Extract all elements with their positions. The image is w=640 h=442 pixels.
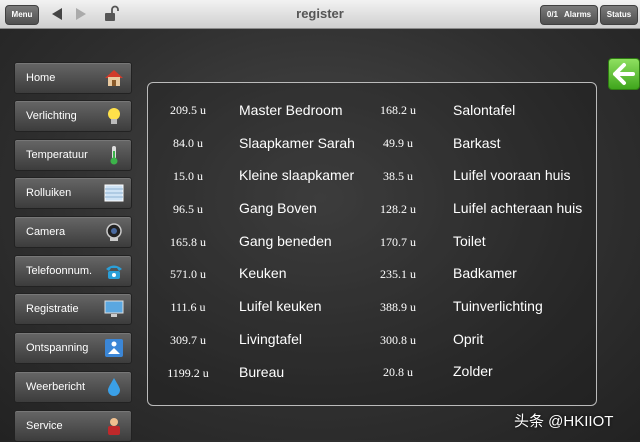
register-name: Keuken bbox=[239, 265, 287, 281]
register-value: 128.2 u bbox=[380, 202, 416, 216]
sidebar-item-label: Home bbox=[26, 72, 56, 84]
sidebar-item-verlichting[interactable]: Verlichting bbox=[14, 100, 132, 132]
register-value: 84.0 u bbox=[173, 136, 203, 150]
top-bar: Menu register 0/1 Alarms Status bbox=[0, 0, 640, 29]
register-value: 49.9 u bbox=[383, 136, 413, 150]
back-arrow-icon[interactable] bbox=[52, 8, 62, 20]
register-name: Master Bedroom bbox=[239, 102, 343, 118]
window-blind-icon bbox=[104, 184, 124, 202]
unlock-icon[interactable] bbox=[103, 5, 121, 23]
alarms-label: Alarms bbox=[564, 10, 592, 19]
watermark-text: 头条 @HKIIOT bbox=[514, 413, 614, 430]
monitor-icon bbox=[104, 300, 124, 317]
register-value: 300.8 u bbox=[380, 333, 416, 347]
phone-icon bbox=[106, 265, 122, 279]
alarms-count: 0/1 bbox=[546, 10, 558, 19]
register-value: 388.9 u bbox=[380, 300, 416, 314]
register-name: Luifel vooraan huis bbox=[453, 167, 571, 183]
sidebar-item-label: Temperatuur bbox=[26, 149, 88, 161]
register-value: 1199.2 u bbox=[167, 366, 209, 380]
register-name: Livingtafel bbox=[239, 331, 303, 347]
sidebar-item-rolluiken[interactable]: Rolluiken bbox=[14, 177, 132, 209]
register-name: Luifel achteraan huis bbox=[453, 200, 583, 216]
register-value: 111.6 u bbox=[170, 300, 206, 314]
register-value: 38.5 u bbox=[383, 169, 413, 183]
water-drop-icon bbox=[108, 378, 120, 396]
sidebar-item-label: Camera bbox=[26, 226, 66, 238]
arrow-left-icon bbox=[613, 63, 635, 85]
forward-arrow-icon[interactable] bbox=[76, 8, 86, 20]
register-name: Gang Boven bbox=[239, 200, 317, 216]
register-name: Kleine slaapkamer bbox=[239, 167, 355, 183]
alarms-button[interactable]: 0/1 Alarms bbox=[540, 5, 598, 25]
register-name: Oprit bbox=[453, 331, 484, 347]
service-icon bbox=[108, 418, 120, 435]
sidebar-item-ontspanning[interactable]: Ontspanning bbox=[14, 332, 132, 364]
register-name: Zolder bbox=[453, 363, 493, 379]
thermometer-icon bbox=[110, 146, 118, 165]
register-value: 165.8 u bbox=[170, 235, 206, 249]
sidebar-item-label: Weerbericht bbox=[26, 381, 86, 393]
sidebar-item-telefoonnum[interactable]: Telefoonnum. bbox=[14, 255, 132, 287]
house-icon bbox=[105, 70, 123, 86]
register-value: 209.5 u bbox=[170, 103, 206, 117]
back-button[interactable] bbox=[608, 58, 640, 90]
sidebar-item-camera[interactable]: Camera bbox=[14, 216, 132, 248]
status-button[interactable]: Status bbox=[600, 5, 638, 25]
relax-icon bbox=[105, 339, 123, 357]
sidebar-item-label: Verlichting bbox=[26, 110, 77, 122]
register-name: Toilet bbox=[453, 233, 486, 249]
register-name: Gang beneden bbox=[239, 233, 332, 249]
register-name: Luifel keuken bbox=[239, 298, 322, 314]
sidebar-item-label: Service bbox=[26, 420, 63, 432]
register-name: Tuinverlichting bbox=[453, 298, 543, 314]
sidebar-item-label: Telefoonnum. bbox=[26, 265, 93, 277]
register-value: 309.7 u bbox=[170, 333, 206, 347]
register-value: 168.2 u bbox=[380, 103, 416, 117]
register-value: 235.1 u bbox=[380, 267, 416, 281]
register-value: 170.7 u bbox=[380, 235, 416, 249]
register-panel: 209.5 u Master Bedroom 84.0 u Slaapkamer… bbox=[147, 82, 597, 406]
sidebar-item-weerbericht[interactable]: Weerbericht bbox=[14, 371, 132, 403]
page-title: register bbox=[296, 6, 344, 21]
camera-icon bbox=[106, 223, 122, 241]
register-value: 15.0 u bbox=[173, 169, 203, 183]
sidebar-item-label: Ontspanning bbox=[26, 342, 89, 354]
sidebar-item-label: Registratie bbox=[26, 303, 79, 315]
register-name: Slaapkamer Sarah bbox=[239, 135, 355, 151]
lightbulb-icon bbox=[108, 108, 120, 124]
sidebar-item-label: Rolluiken bbox=[26, 187, 72, 199]
sidebar-item-service[interactable]: Service bbox=[14, 410, 132, 442]
sidebar-item-home[interactable]: Home bbox=[14, 62, 132, 94]
menu-button[interactable]: Menu bbox=[5, 5, 39, 25]
register-name: Salontafel bbox=[453, 102, 516, 118]
register-name: Barkast bbox=[453, 135, 501, 151]
sidebar-item-temperatuur[interactable]: Temperatuur bbox=[14, 139, 132, 171]
register-name: Bureau bbox=[239, 364, 285, 380]
sidebar-item-registratie[interactable]: Registratie bbox=[14, 293, 132, 325]
register-name: Badkamer bbox=[453, 265, 517, 281]
register-value: 571.0 u bbox=[170, 267, 206, 281]
register-value: 20.8 u bbox=[383, 365, 413, 379]
register-value: 96.5 u bbox=[173, 202, 203, 216]
